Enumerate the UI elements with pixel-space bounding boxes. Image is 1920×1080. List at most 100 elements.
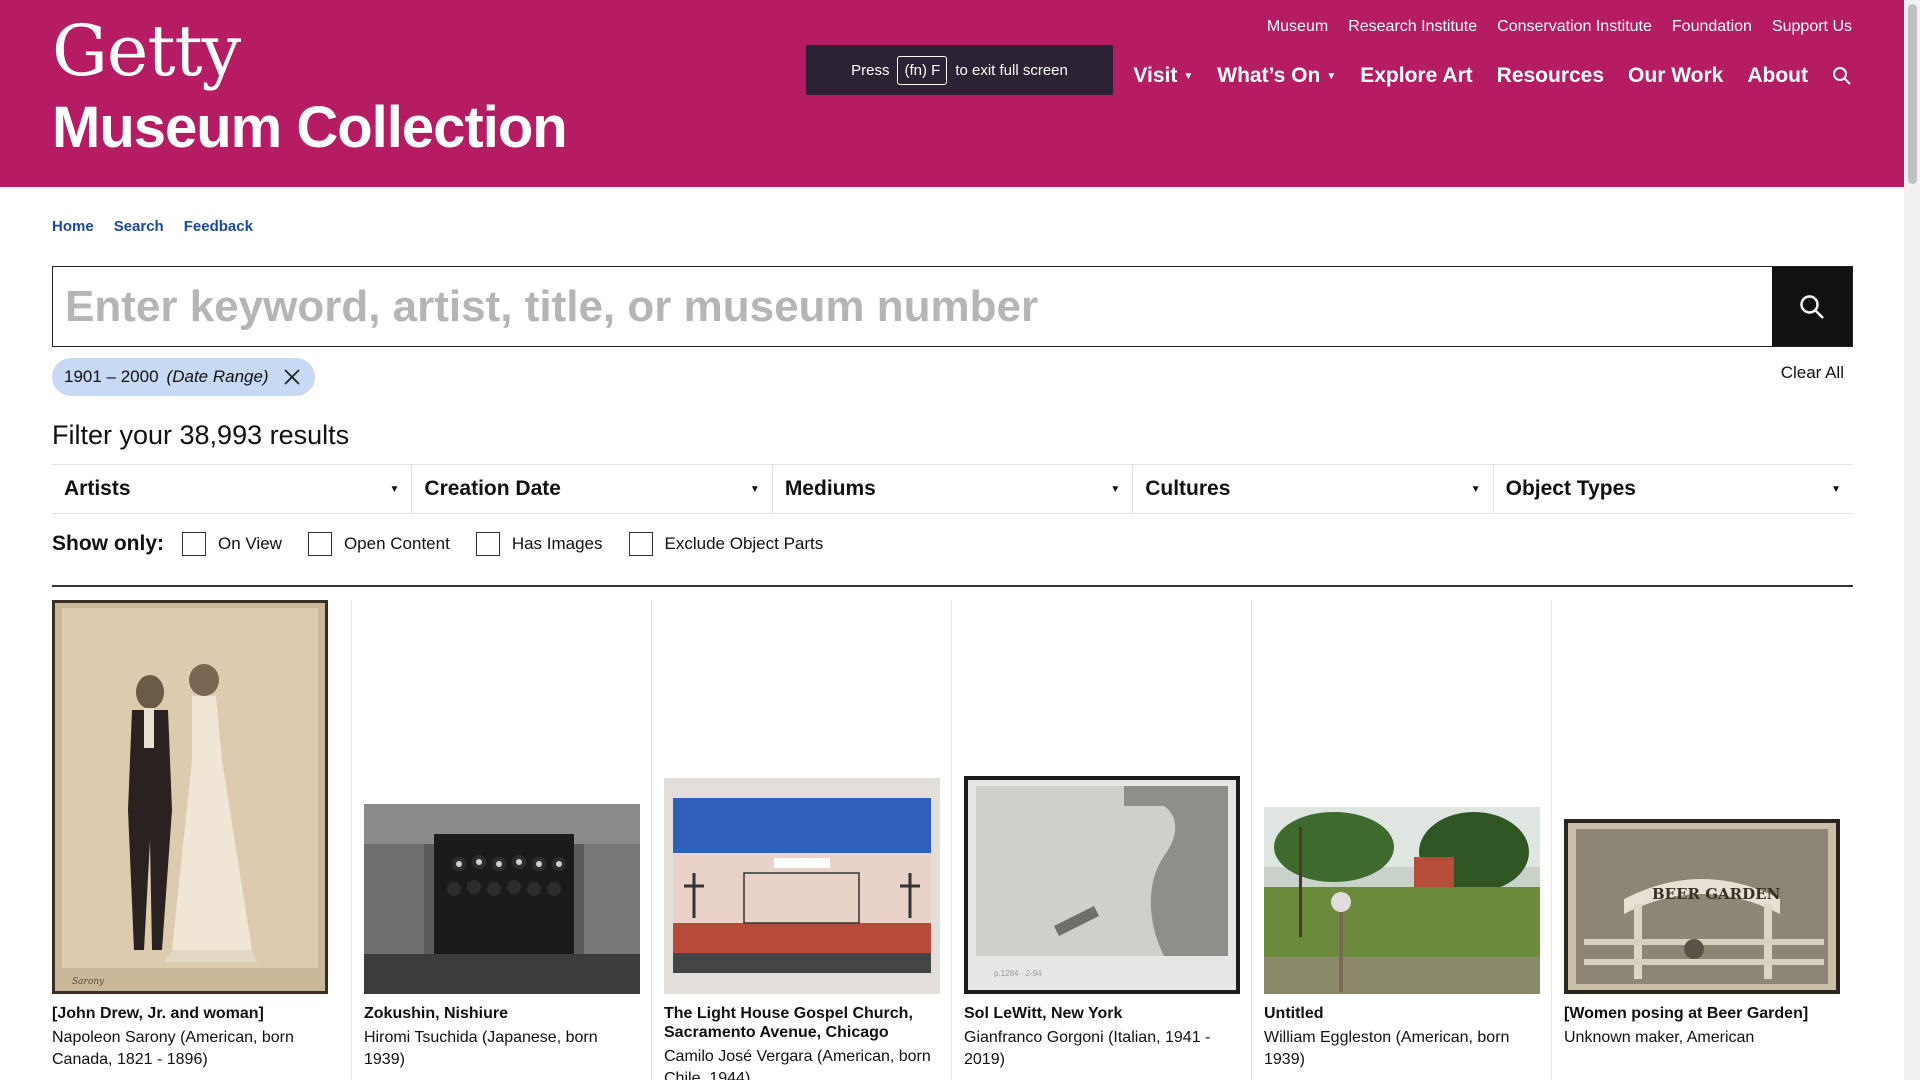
result-artist: William Eggleston (American, born 1939) (1264, 1029, 1510, 1068)
filter-cultures-label: Cultures (1145, 477, 1231, 500)
search-input[interactable] (53, 267, 1772, 346)
toast-exit-text: to exit full screen (955, 61, 1068, 79)
filter-object-types[interactable]: Object Types ▼ (1494, 465, 1853, 513)
close-icon[interactable] (281, 366, 303, 388)
result-artist: Napoleon Sarony (American, born Canada, … (52, 1029, 294, 1068)
top-link-support-us[interactable]: Support Us (1772, 18, 1852, 36)
result-card[interactable]: Sarony [John Drew, Jr. and woman] Napole… (52, 600, 352, 1080)
search-box (52, 266, 1853, 347)
top-link-museum[interactable]: Museum (1267, 18, 1328, 36)
search-icon[interactable] (1832, 66, 1852, 86)
nav-resources-label: Resources (1496, 64, 1605, 87)
chip-type: (Date Range) (166, 367, 269, 386)
chevron-down-icon: ▼ (389, 483, 400, 495)
nav-visit[interactable]: Visit ▼ (1133, 64, 1193, 88)
results-grid: Sarony [John Drew, Jr. and woman] Napole… (52, 600, 1853, 1080)
filter-cultures[interactable]: Cultures ▼ (1133, 465, 1494, 513)
artwork-thumbnail[interactable]: p.1284 · 2-94 (964, 776, 1240, 994)
breadcrumb-home[interactable]: Home (52, 218, 94, 235)
artwork-thumbnail[interactable] (364, 804, 640, 994)
result-title[interactable]: Zokushin, Nishiure (364, 1004, 639, 1023)
artwork-thumbnail[interactable]: BEER GARDEN (1564, 819, 1840, 994)
filter-artists-label: Artists (64, 477, 131, 500)
checkbox-has-images[interactable]: Has Images (475, 532, 603, 556)
breadcrumb: Home Search Feedback (52, 218, 253, 235)
nav-resources[interactable]: Resources (1497, 64, 1604, 88)
artwork-thumbnail[interactable] (664, 778, 940, 994)
search-icon (1800, 294, 1824, 319)
search-button[interactable] (1772, 267, 1852, 346)
checkbox-open-content[interactable]: Open Content (307, 532, 450, 556)
svg-text:Sarony: Sarony (72, 977, 105, 987)
filter-artists[interactable]: Artists ▼ (52, 465, 413, 513)
artwork-thumbnail[interactable] (1264, 807, 1540, 994)
museum-collection-title[interactable]: Museum Collection (52, 96, 568, 160)
show-only-label: Show only: (52, 532, 164, 555)
chevron-down-icon: ▼ (749, 483, 760, 495)
top-link-research-institute[interactable]: Research Institute (1348, 18, 1477, 36)
nav-explore-art[interactable]: Explore Art (1360, 64, 1472, 88)
chevron-down-icon: ▼ (1110, 483, 1121, 495)
result-artist: Unknown maker, American (1564, 1029, 1755, 1047)
top-link-conservation-institute[interactable]: Conservation Institute (1497, 18, 1652, 36)
fullscreen-toast: Press (fn) F to exit full screen (806, 45, 1113, 95)
chevron-down-icon: ▼ (1183, 70, 1194, 82)
result-title[interactable]: The Light House Gospel Church, Sacrament… (664, 1004, 939, 1042)
clear-all-button[interactable]: Clear All (1781, 363, 1844, 383)
nav-about[interactable]: About (1747, 64, 1808, 88)
chevron-down-icon: ▼ (1470, 483, 1481, 495)
svg-text:p.1284 · 2-94: p.1284 · 2-94 (994, 969, 1042, 978)
breadcrumb-search[interactable]: Search (114, 218, 164, 235)
artwork-thumbnail[interactable]: Sarony (52, 600, 328, 994)
toast-press-text: Press (851, 61, 890, 79)
nav-about-label: About (1747, 64, 1808, 87)
toast-key: (fn) F (897, 55, 948, 85)
top-link-foundation[interactable]: Foundation (1672, 18, 1752, 36)
result-title[interactable]: Sol LeWitt, New York (964, 1004, 1239, 1023)
nav-explore-art-label: Explore Art (1360, 64, 1473, 87)
result-card[interactable]: Untitled William Eggleston (American, bo… (1252, 600, 1552, 1080)
checkbox-label: Has Images (511, 534, 603, 553)
result-card[interactable]: BEER GARDEN [Women posing at Beer Garden… (1552, 600, 1852, 1080)
nav-visit-label: Visit (1133, 64, 1178, 87)
filter-creation-date[interactable]: Creation Date ▼ (412, 465, 773, 513)
filter-creation-date-label: Creation Date (424, 477, 561, 500)
breadcrumb-feedback[interactable]: Feedback (184, 218, 253, 235)
date-range-chip: 1901 – 2000 (Date Range) (52, 358, 315, 396)
scrollbar-thumb[interactable] (1908, 4, 1917, 184)
checkbox[interactable] (182, 532, 206, 556)
result-artist: Camilo José Vergara (American, born Chil… (664, 1048, 931, 1080)
main-nav: Visit ▼ What’s On ▼ Explore Art Resource… (1133, 64, 1852, 88)
checkbox[interactable] (307, 532, 332, 556)
result-artist: Gianfranco Gorgoni (Italian, 1941 - 2019… (964, 1029, 1211, 1068)
nav-our-work-label: Our Work (1628, 64, 1724, 87)
filter-mediums-label: Mediums (784, 477, 876, 500)
checkbox-label: On View (218, 534, 282, 553)
checkbox[interactable] (475, 532, 500, 556)
nav-whats-on[interactable]: What’s On ▼ (1217, 64, 1336, 88)
scrollbar[interactable] (1904, 0, 1920, 1080)
chevron-down-icon: ▼ (1326, 70, 1337, 82)
filter-results-title: Filter your 38,993 results (52, 420, 350, 450)
result-title[interactable]: [Women posing at Beer Garden] (1564, 1004, 1840, 1023)
nav-our-work[interactable]: Our Work (1628, 64, 1723, 88)
beer-garden-sign-text: BEER GARDEN (1652, 885, 1781, 903)
checkbox-label: Open Content (343, 534, 450, 553)
result-card[interactable]: Zokushin, Nishiure Hiromi Tsuchida (Japa… (352, 600, 652, 1080)
result-title[interactable]: [John Drew, Jr. and woman] (52, 1004, 339, 1023)
checkbox-exclude-object-parts[interactable]: Exclude Object Parts (628, 532, 824, 556)
show-only-row: Show only: On View Open Content Has Imag… (52, 532, 831, 556)
result-title[interactable]: Untitled (1264, 1004, 1539, 1023)
result-card[interactable]: p.1284 · 2-94 Sol LeWitt, New York Gianf… (952, 600, 1252, 1080)
checkbox-on-view[interactable]: On View (182, 532, 282, 556)
getty-logo[interactable]: Getty (52, 16, 241, 86)
filter-mediums[interactable]: Mediums ▼ (773, 465, 1134, 513)
chip-value: 1901 – 2000 (64, 367, 159, 386)
filter-object-types-label: Object Types (1505, 477, 1636, 500)
checkbox[interactable] (628, 532, 653, 556)
result-card[interactable]: The Light House Gospel Church, Sacrament… (652, 600, 952, 1080)
checkbox-label: Exclude Object Parts (664, 534, 824, 553)
top-links: Museum Research Institute Conservation I… (1267, 18, 1852, 36)
result-artist: Hiromi Tsuchida (Japanese, born 1939) (364, 1029, 598, 1068)
divider (52, 585, 1853, 587)
